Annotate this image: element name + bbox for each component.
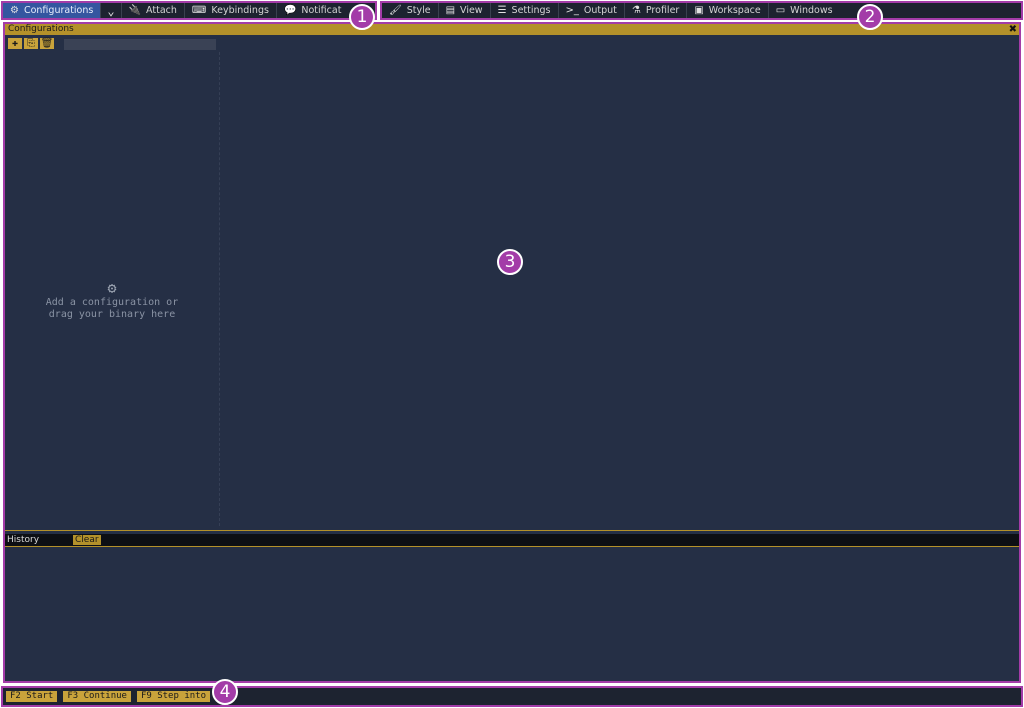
annotation-badge: 2 [857,4,883,30]
sidebar-divider[interactable] [219,52,221,526]
toolbar-item-label: Windows [790,5,833,16]
toolbar-item-label: Workspace [708,5,761,16]
toolbar-profiler-button[interactable]: ⚗ Profiler [625,3,688,18]
trash-icon: 🗑 [40,38,54,49]
copy-icon: ⎘ [27,38,35,49]
empty-hint-line: drag your binary here [48,309,176,320]
toolbar-workspace-button[interactable]: ▣ Workspace [687,3,769,18]
toolbar-item-label: View [460,5,483,16]
view-icon: ▤ [445,5,456,16]
toolbar-item-label: Configurations [23,5,94,16]
plus-icon: ✚ [11,38,19,49]
sliders-icon: ☰ [497,5,507,16]
continue-button[interactable]: F3 Continue [63,691,131,702]
status-bar: F2 Start F3 Continue F9 Step into [1,686,1023,707]
toolbar-notifications-button[interactable]: 💬 Notificat [277,3,349,18]
toolbar-view-button[interactable]: ▤ View [439,3,491,18]
annotation-badge: 1 [349,4,375,30]
keyboard-icon: ⌨ [191,5,207,16]
start-button[interactable]: F2 Start [6,691,58,702]
annotation-badge: 4 [212,679,238,705]
add-config-button[interactable]: ✚ [8,38,22,49]
toolbar-keybindings-button[interactable]: ⌨ Keybindings [185,3,277,18]
toolbar-output-button[interactable]: >_ Output [559,3,625,18]
history-header: History Clear [5,534,1019,547]
toolbar-item-label: Settings [511,5,551,16]
empty-configurations-hint: ⚙ Add a configuration or drag your binar… [5,279,219,321]
window-icon: ▭ [775,5,786,16]
toolbar-settings-button[interactable]: ☰ Settings [491,3,559,18]
clear-history-button[interactable]: Clear [73,535,101,545]
history-splitter[interactable] [5,530,1019,531]
close-icon[interactable]: ✖ [1009,24,1017,35]
comments-icon: 💬 [283,5,297,16]
step-into-button[interactable]: F9 Step into [136,691,210,702]
flask-icon: ⚗ [631,5,641,16]
gears-icon: ⚙ [10,5,19,16]
toolbar-windows-button[interactable]: ▭ Windows [769,3,840,18]
toolbar-configurations-button[interactable]: ⚙ Configurations [3,3,102,18]
empty-hint-line: Add a configuration or [45,297,179,308]
brush-icon: 🖌 [389,5,402,16]
chevron-down-icon[interactable]: ⌄ [101,3,122,18]
annotation-badge: 3 [497,249,523,275]
toolbar-style-button[interactable]: 🖌 Style [382,3,439,18]
toolbar-item-label: Output [583,5,617,16]
delete-config-button[interactable]: 🗑 [40,38,54,49]
toolbar-attach-button[interactable]: 🔌 Attach [122,3,185,18]
toolbar-item-label: Keybindings [211,5,269,16]
terminal-icon: >_ [565,5,579,16]
duplicate-config-button[interactable]: ⎘ [24,38,38,49]
configuration-filter-input[interactable] [64,39,216,50]
gears-icon: ⚙ [107,279,117,297]
main-toolbar-right: 🖌 Style ▤ View ☰ Settings >_ Output ⚗ Pr… [380,1,1023,20]
toolbar-item-label: Style [406,5,431,16]
toolbar-item-label: Notificat [301,5,342,16]
configurations-panel: Configurations ✖ ✚ ⎘ 🗑 ⚙ Add a configura… [3,22,1021,683]
history-label: History [7,535,40,545]
workspace-icon: ▣ [694,5,704,16]
main-toolbar-left: ⚙ Configurations ⌄ 🔌 Attach ⌨ Keybinding… [1,1,377,20]
panel-title: Configurations [8,24,74,34]
configurations-toolbar: ✚ ⎘ 🗑 [8,38,54,49]
toolbar-item-label: Attach [146,5,177,16]
plug-icon: 🔌 [128,5,142,16]
toolbar-item-label: Profiler [645,5,680,16]
